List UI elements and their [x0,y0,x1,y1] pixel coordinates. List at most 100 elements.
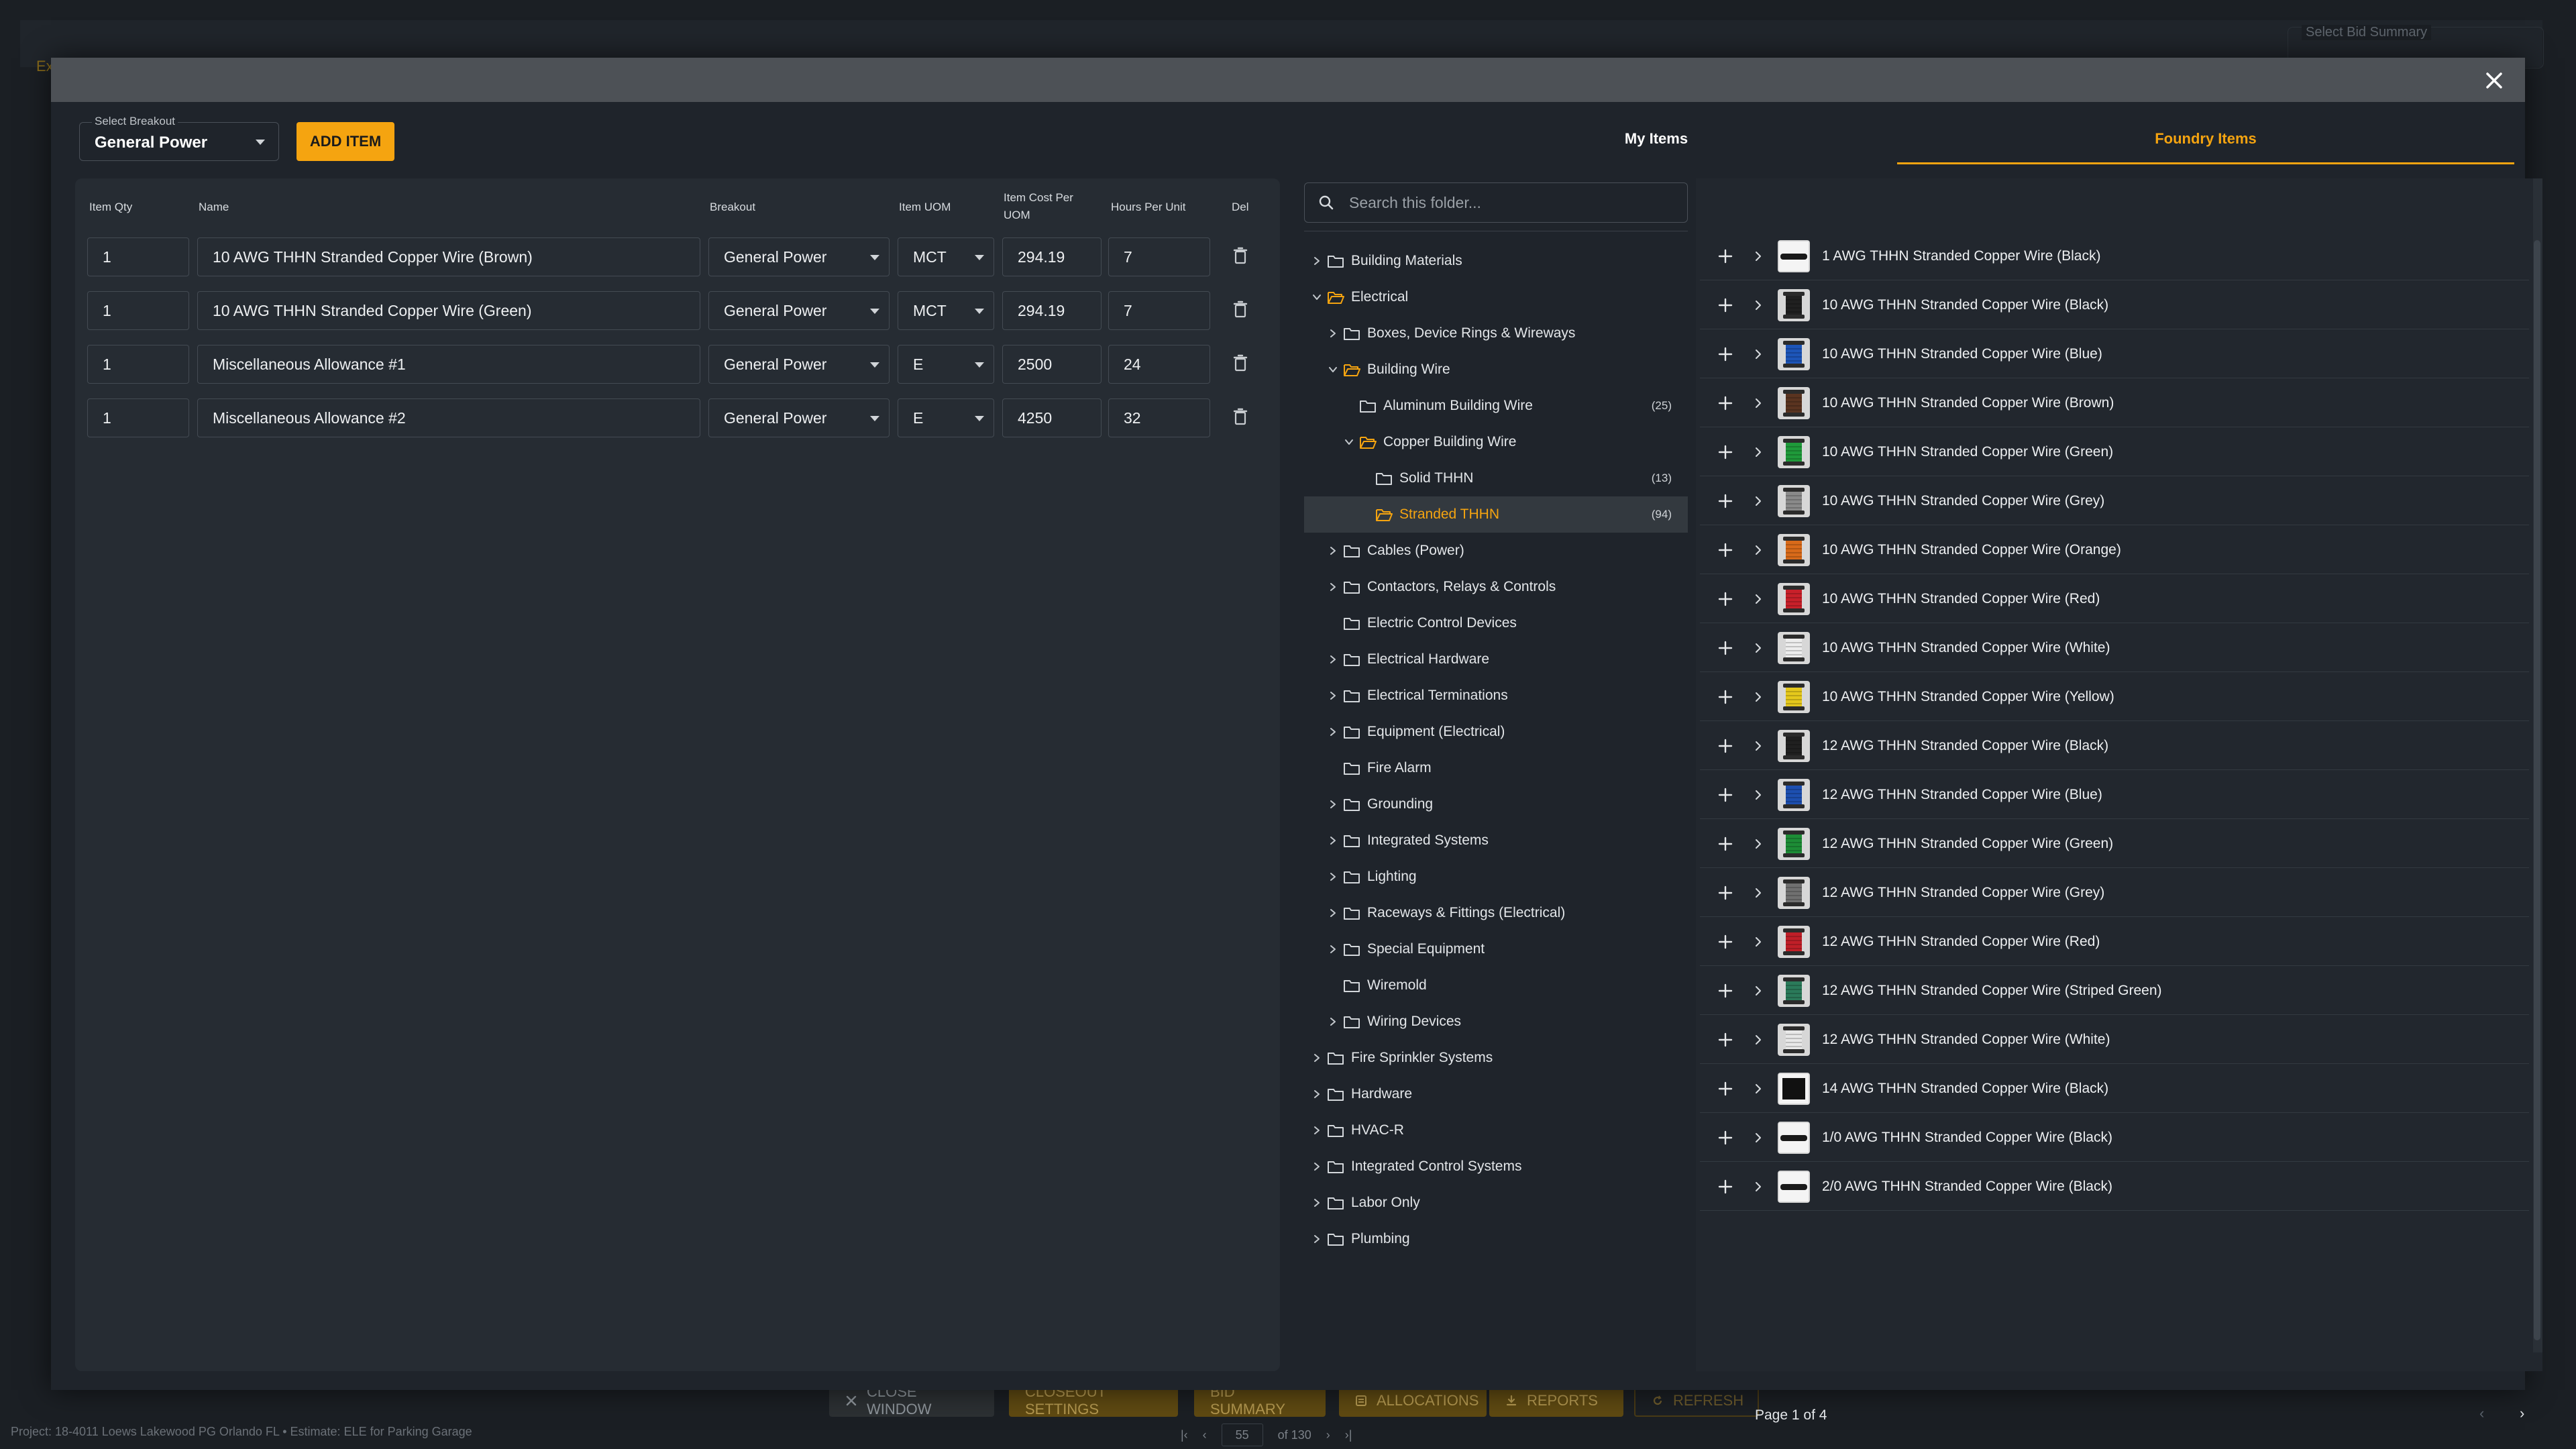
tree-folder[interactable]: Stranded THHN (94) [1304,496,1688,533]
result-item-name[interactable]: 12 AWG THHN Stranded Copper Wire (White) [1822,1032,2110,1048]
result-item-name[interactable]: 12 AWG THHN Stranded Copper Wire (Red) [1822,934,2100,950]
result-item-name[interactable]: 10 AWG THHN Stranded Copper Wire (Blue) [1822,346,2102,362]
row-qty-field[interactable]: 1 [87,291,189,330]
tree-folder[interactable]: Contactors, Relays & Controls [1304,569,1688,605]
tree-folder[interactable]: Electrical Hardware [1304,641,1688,678]
tab-foundry-items[interactable]: Foundry Items [1897,130,2514,157]
chevron-right-icon[interactable] [1748,1034,1768,1045]
add-item-icon[interactable] [1712,249,1739,264]
add-item-icon[interactable] [1712,690,1739,704]
add-item-icon[interactable] [1712,934,1739,949]
row-breakout-field[interactable]: General Power [708,237,890,276]
tree-folder[interactable]: Wiremold [1304,967,1688,1004]
prev-page-icon[interactable]: ‹ [1203,1428,1207,1442]
tree-folder[interactable]: Plumbing [1304,1221,1688,1257]
result-item-name[interactable]: 10 AWG THHN Stranded Copper Wire (Brown) [1822,395,2114,411]
chevron-right-icon[interactable] [1309,256,1324,266]
row-name-field[interactable]: Miscellaneous Allowance #1 [197,345,700,384]
chevron-right-icon[interactable] [1309,1162,1324,1171]
chevron-right-icon[interactable] [1326,836,1340,845]
chevron-right-icon[interactable] [1748,594,1768,604]
add-item-icon[interactable] [1712,885,1739,900]
result-item-name[interactable]: 12 AWG THHN Stranded Copper Wire (Stripe… [1822,983,2162,999]
chevron-right-icon[interactable] [1748,251,1768,262]
row-uom-field[interactable]: MCT [898,291,994,330]
last-page-icon[interactable]: ›| [1345,1428,1352,1442]
row-hours-field[interactable]: 32 [1108,398,1210,437]
chevron-right-icon[interactable] [1748,985,1768,996]
row-hours-field[interactable]: 7 [1108,237,1210,276]
chevron-right-icon[interactable] [1748,349,1768,360]
chevron-right-icon[interactable] [1326,582,1340,592]
results-scroll-thumb[interactable] [2534,240,2540,1340]
row-breakout-field[interactable]: General Power [708,291,890,330]
chevron-right-icon[interactable] [1326,800,1340,809]
tree-folder[interactable]: Aluminum Building Wire (25) [1304,388,1688,424]
chevron-right-icon[interactable] [1326,908,1340,918]
result-item-name[interactable]: 10 AWG THHN Stranded Copper Wire (Red) [1822,591,2100,607]
chevron-right-icon[interactable] [1748,936,1768,947]
result-item-name[interactable]: 10 AWG THHN Stranded Copper Wire (Yellow… [1822,689,2114,705]
delete-icon[interactable] [1233,301,1249,319]
tree-folder[interactable]: Raceways & Fittings (Electrical) [1304,895,1688,931]
tree-folder[interactable]: Building Wire [1304,352,1688,388]
row-uom-field[interactable]: MCT [898,237,994,276]
tree-folder[interactable]: Building Materials [1304,243,1688,279]
tree-folder[interactable]: Wiring Devices [1304,1004,1688,1040]
row-cost-field[interactable]: 294.19 [1002,291,1102,330]
first-page-icon[interactable]: |‹ [1181,1428,1188,1442]
chevron-right-icon[interactable] [1748,447,1768,458]
delete-icon[interactable] [1233,354,1249,373]
chevron-right-icon[interactable] [1309,1198,1324,1208]
row-hours-field[interactable]: 24 [1108,345,1210,384]
tree-folder[interactable]: Fire Sprinkler Systems [1304,1040,1688,1076]
record-page-input[interactable]: 55 [1221,1424,1263,1446]
chevron-right-icon[interactable] [1748,741,1768,751]
tree-folder[interactable]: Grounding [1304,786,1688,822]
add-item-icon[interactable] [1712,1179,1739,1194]
result-item-name[interactable]: 12 AWG THHN Stranded Copper Wire (Blue) [1822,787,2102,803]
breakout-select[interactable]: Select Breakout General Power [79,115,279,161]
chevron-right-icon[interactable] [1748,398,1768,409]
row-qty-field[interactable]: 1 [87,237,189,276]
result-item-name[interactable]: 10 AWG THHN Stranded Copper Wire (White) [1822,640,2110,656]
chevron-right-icon[interactable] [1748,1181,1768,1192]
result-item-name[interactable]: 1/0 AWG THHN Stranded Copper Wire (Black… [1822,1130,2112,1146]
add-item-icon[interactable] [1712,739,1739,753]
chevron-right-icon[interactable] [1309,1089,1324,1099]
tree-folder[interactable]: Copper Building Wire [1304,424,1688,460]
result-item-name[interactable]: 12 AWG THHN Stranded Copper Wire (Grey) [1822,885,2104,901]
add-item-icon[interactable] [1712,494,1739,508]
add-item-icon[interactable] [1712,445,1739,460]
tree-folder[interactable]: Cables (Power) [1304,533,1688,569]
add-item-icon[interactable] [1712,1081,1739,1096]
next-page-icon[interactable]: › [1326,1428,1330,1442]
tree-folder[interactable]: Equipment (Electrical) [1304,714,1688,750]
chevron-right-icon[interactable] [1748,839,1768,849]
result-item-name[interactable]: 10 AWG THHN Stranded Copper Wire (Black) [1822,297,2108,313]
row-name-field[interactable]: Miscellaneous Allowance #2 [197,398,700,437]
add-item-icon[interactable] [1712,983,1739,998]
result-item-name[interactable]: 10 AWG THHN Stranded Copper Wire (Grey) [1822,493,2104,509]
chevron-right-icon[interactable] [1326,329,1340,338]
close-icon[interactable] [2479,66,2509,95]
prev-page-icon[interactable]: ‹ [2479,1405,2484,1422]
add-item-icon[interactable] [1712,347,1739,362]
chevron-right-icon[interactable] [1748,790,1768,800]
tree-folder[interactable]: Electrical Terminations [1304,678,1688,714]
chevron-right-icon[interactable] [1326,872,1340,881]
result-item-name[interactable]: 14 AWG THHN Stranded Copper Wire (Black) [1822,1081,2108,1097]
row-cost-field[interactable]: 4250 [1002,398,1102,437]
chevron-right-icon[interactable] [1309,1126,1324,1135]
add-item-icon[interactable] [1712,543,1739,557]
result-item-name[interactable]: 12 AWG THHN Stranded Copper Wire (Black) [1822,738,2108,754]
add-item-icon[interactable] [1712,592,1739,606]
tree-folder[interactable]: Hardware [1304,1076,1688,1112]
tree-folder[interactable]: Electric Control Devices [1304,605,1688,641]
row-uom-field[interactable]: E [898,398,994,437]
row-name-field[interactable]: 10 AWG THHN Stranded Copper Wire (Green) [197,291,700,330]
delete-icon[interactable] [1233,247,1249,266]
chevron-right-icon[interactable] [1748,1083,1768,1094]
row-uom-field[interactable]: E [898,345,994,384]
add-item-icon[interactable] [1712,396,1739,411]
